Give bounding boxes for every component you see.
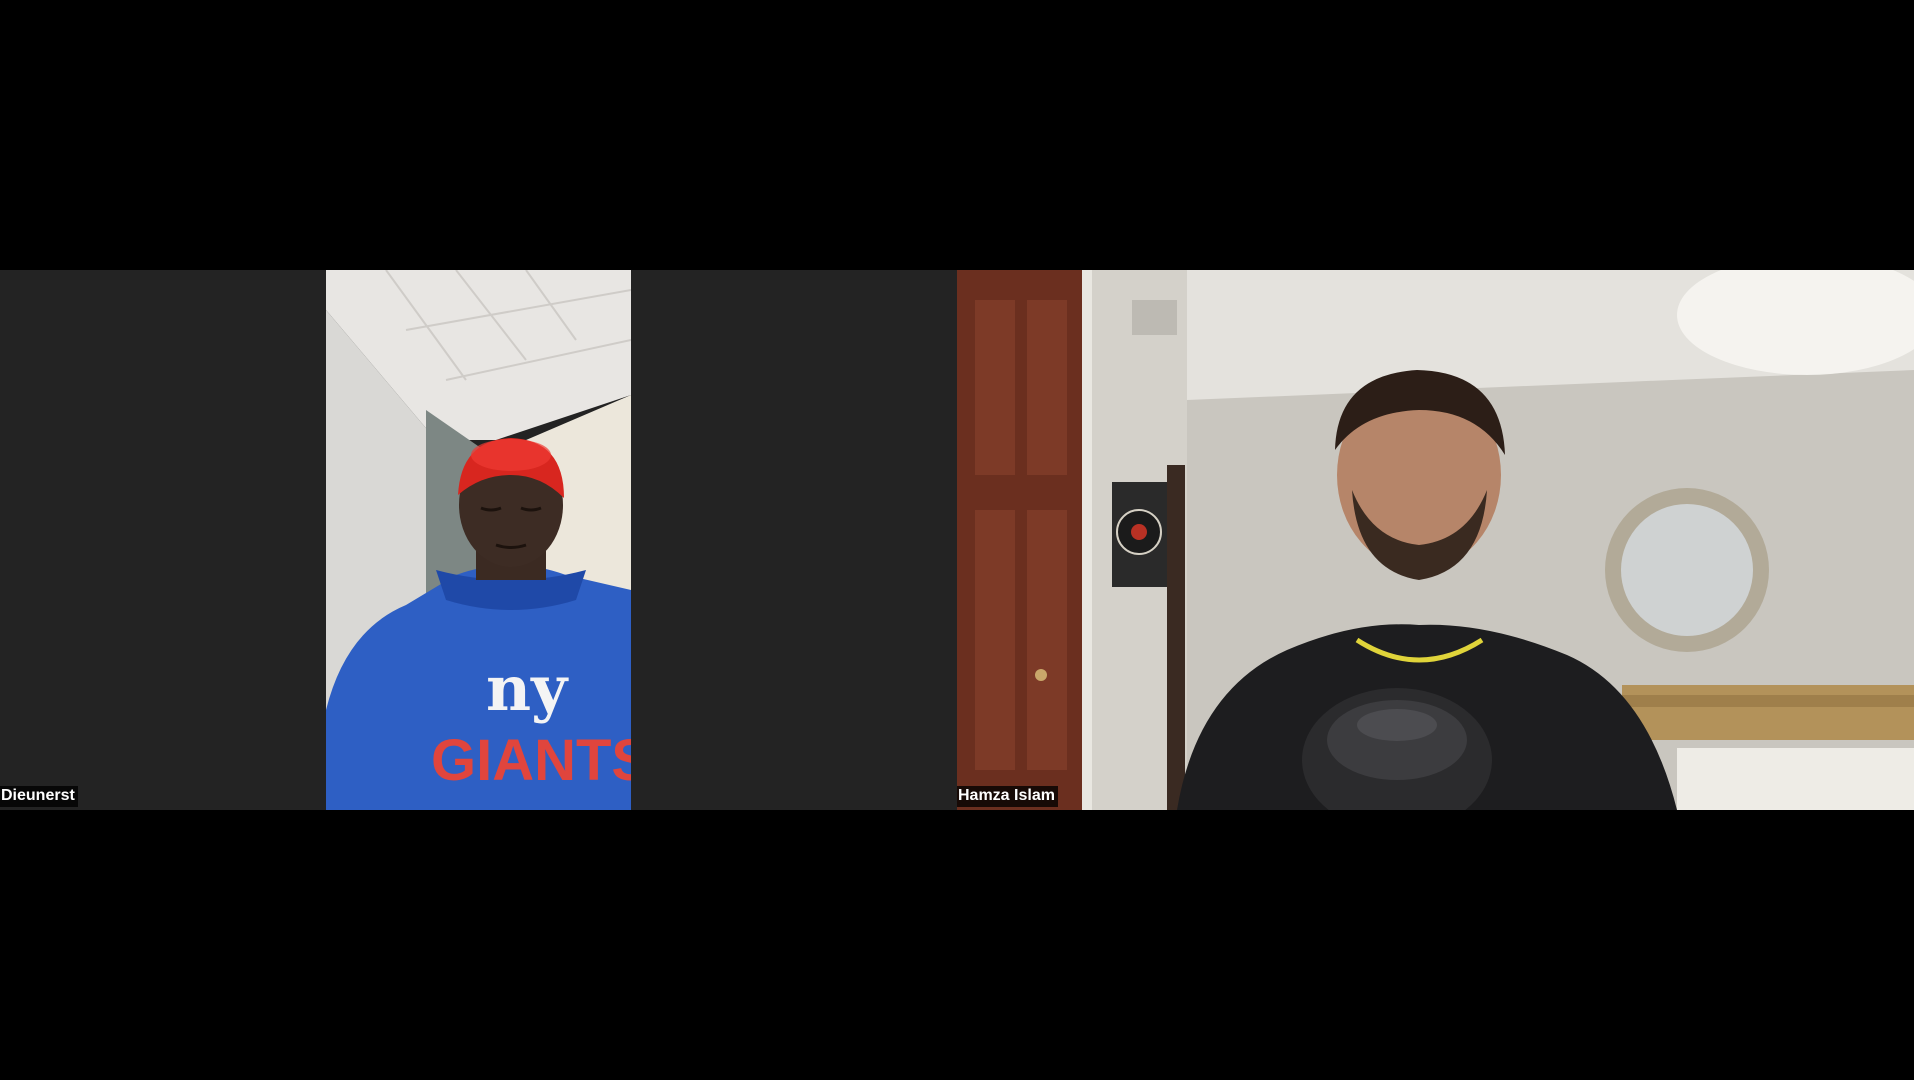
participant-video-2 bbox=[957, 270, 1914, 810]
participant-video-frame-2 bbox=[957, 270, 1914, 810]
participant-tile-1[interactable]: ny GIANTS Dieunerst bbox=[0, 270, 957, 810]
shirt-logo-top: ny bbox=[486, 652, 569, 725]
participant-video-frame-1: ny GIANTS bbox=[326, 270, 631, 810]
shirt-logo-bottom: GIANTS bbox=[431, 728, 631, 793]
participant-name-label-2: Hamza Islam bbox=[957, 786, 1058, 807]
participant-tile-2[interactable]: Hamza Islam bbox=[957, 270, 1914, 810]
video-call-stage: ny GIANTS Dieunerst Hamza Islam bbox=[0, 0, 1914, 1080]
participant-video-1: ny GIANTS bbox=[326, 270, 631, 810]
participant-name-label-1: Dieunerst bbox=[0, 786, 78, 807]
